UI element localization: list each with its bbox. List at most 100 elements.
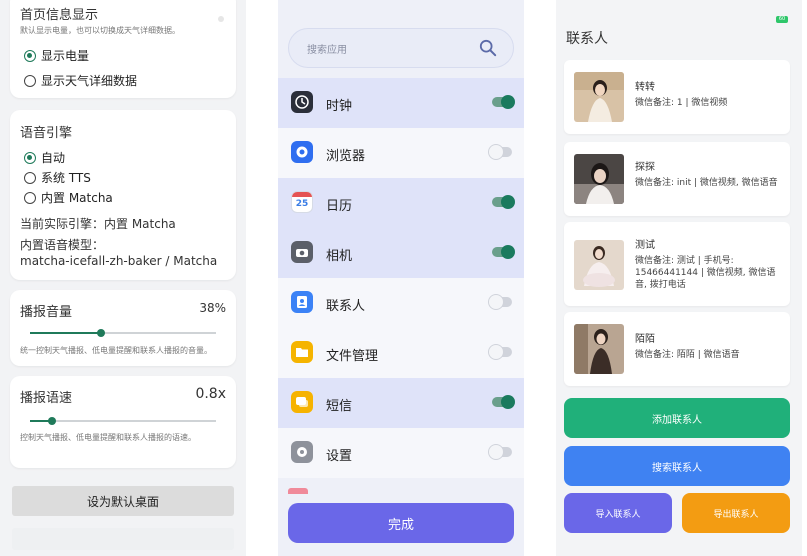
app-name: 日历 [326,199,353,214]
export-contacts-button[interactable]: 导出联系人 [682,493,790,533]
app-picker-panel: 搜索应用 时钟浏览器 25 日历相机联系人文件管理短信设置 完成 [278,0,524,556]
current-engine-text: 当前实际引擎：内置 Matcha [20,217,176,231]
option-label: 显示天气详细数据 [41,74,138,88]
app-toggle[interactable] [492,195,515,209]
app-search-input[interactable]: 搜索应用 [288,28,514,68]
contact-note: 微信备注: init | 微信视频, 微信语音 [635,178,778,188]
app-row[interactable]: 文件管理 [278,328,524,378]
contact-avatar [574,154,624,204]
contact-name: 测试 [635,240,655,251]
app-toggle[interactable] [489,445,512,459]
radio-icon [24,74,36,87]
contact-card[interactable]: 测试 微信备注: 测试 | 手机号: 15466441144 | 微信视频, 微… [564,222,790,306]
toggle-knob [489,295,503,309]
search-placeholder: 搜索应用 [307,45,347,56]
speed-title: 播报语速 [20,391,73,406]
app-toggle[interactable] [489,345,512,359]
toggle-knob [489,345,503,359]
radio-icon [24,171,36,184]
option-system-tts[interactable]: 系统 TTS [24,169,91,186]
app-row[interactable]: 时钟 [278,78,524,128]
toggle-knob [489,445,503,459]
app-name: 浏览器 [326,149,366,164]
partial-app-icon [288,488,308,494]
contact-card[interactable]: 转转 微信备注: 1 | 微信视频 [564,60,790,134]
app-toggle[interactable] [492,95,515,109]
speed-card: 播报语速 0.8x 控制天气播报、低电量提醒和联系人播报的语速。 [10,376,236,468]
contact-name: 探探 [635,162,655,173]
toggle-knob [489,145,503,159]
search-icon [479,39,497,57]
speed-slider-knob[interactable] [48,417,57,425]
contact-avatar [574,324,624,374]
radio-icon [24,191,36,204]
set-default-launcher-button[interactable]: 设为默认桌面 [12,486,234,516]
volume-slider[interactable] [30,329,216,337]
contact-note: 微信备注: 陌陌 | 微信语音 [635,350,740,360]
option-label: 内置 Matcha [41,191,113,205]
app-name: 短信 [326,399,353,414]
app-row[interactable]: 联系人 [278,278,524,328]
option-auto[interactable]: 自动 [24,149,65,166]
app-name: 设置 [326,449,353,464]
message-icon [291,391,313,413]
camera-icon [291,241,313,263]
status-dot [218,16,224,22]
app-toggle[interactable] [489,295,512,309]
app-toggle[interactable] [492,395,515,409]
app-row[interactable]: 25 日历 [278,178,524,228]
model-value: matcha-icefall-zh-baker / Matcha [20,254,218,268]
contacts-panel: 60 联系人 转转 微信备注: 1 | 微信视频 探探 微信备注: init |… [556,0,802,556]
voice-engine-card: 语音引擎 自动 系统 TTS 内置 Matcha 当前实际引擎：内置 Match… [10,110,236,280]
option-label: 系统 TTS [41,171,91,185]
contacts-title: 联系人 [566,31,608,47]
toggle-knob [501,395,515,409]
search-contact-button[interactable]: 搜索联系人 [564,446,790,486]
radio-selected-icon [24,151,36,164]
contact-note: 微信备注: 1 | 微信视频 [635,98,728,108]
home-info-desc: 默认显示电量，也可以切换成天气详细数据。 [20,26,180,35]
calendar-date: 25 [295,199,309,209]
clock-icon [291,91,313,113]
speed-desc: 控制天气播报、低电量提醒和联系人播报的语速。 [20,433,196,442]
volume-card: 播报音量 38% 统一控制天气播报、低电量提醒和联系人播报的音量。 [10,290,236,366]
done-button[interactable]: 完成 [288,503,514,543]
settings-icon [291,441,313,463]
toggle-knob [501,195,515,209]
app-row[interactable]: 短信 [278,378,524,428]
option-builtin-matcha[interactable]: 内置 Matcha [24,189,113,206]
app-row[interactable]: 设置 [278,428,524,478]
app-toggle[interactable] [492,245,515,259]
home-info-title: 首页信息显示 [20,8,99,23]
option-show-weather[interactable]: 显示天气详细数据 [24,72,137,89]
option-label: 自动 [41,151,66,165]
contact-name: 陌陌 [635,334,655,345]
option-label: 显示电量 [41,49,90,63]
volume-title: 播报音量 [20,305,73,320]
app-row[interactable]: 相机 [278,228,524,278]
toggle-knob [501,245,515,259]
calendar-icon: 25 [291,191,313,213]
add-contact-button[interactable]: 添加联系人 [564,398,790,438]
volume-slider-knob[interactable] [96,329,105,337]
voice-engine-title: 语音引擎 [20,126,73,141]
toggle-knob [501,95,515,109]
model-label: 内置语音模型： [20,238,105,252]
speed-slider[interactable] [30,417,216,425]
contact-card[interactable]: 探探 微信备注: init | 微信视频, 微信语音 [564,142,790,216]
app-row[interactable]: 浏览器 [278,128,524,178]
settings-panel: 首页信息显示 默认显示电量，也可以切换成天气详细数据。 显示电量 显示天气详细数… [0,0,246,556]
browser-icon [291,141,313,163]
contact-note: 微信备注: 测试 | 手机号: 15466441144 | 微信视频, 微信语音… [635,256,776,290]
app-name: 时钟 [326,99,353,114]
app-name: 联系人 [326,299,366,314]
battery-icon: 60 [776,16,788,23]
home-info-card: 首页信息显示 默认显示电量，也可以切换成天气详细数据。 显示电量 显示天气详细数… [10,0,236,98]
contact-name: 转转 [635,82,655,93]
app-name: 文件管理 [326,349,379,364]
app-toggle[interactable] [489,145,512,159]
import-contacts-button[interactable]: 导入联系人 [564,493,672,533]
option-show-battery[interactable]: 显示电量 [24,47,89,64]
volume-desc: 统一控制天气播报、低电量提醒和联系人播报的音量。 [20,346,212,355]
contact-card[interactable]: 陌陌 微信备注: 陌陌 | 微信语音 [564,312,790,386]
